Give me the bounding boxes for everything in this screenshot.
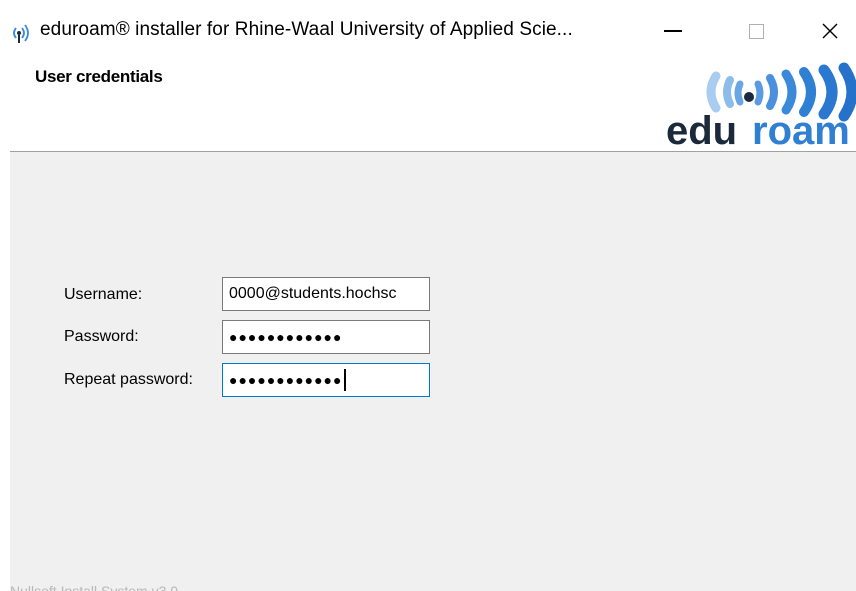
credentials-panel: Username: 0000@students.hochsc Password:…: [10, 152, 856, 591]
eduroam-app-icon: [13, 24, 29, 43]
window-title: eduroam® installer for Rhine-Waal Univer…: [40, 19, 573, 40]
page-header: User credentials edu roam: [0, 56, 856, 152]
title-bar[interactable]: eduroam® installer for Rhine-Waal Univer…: [0, 0, 856, 56]
maximize-icon: [748, 23, 764, 39]
password-input[interactable]: ●●●●●●●●●●●●: [222, 320, 430, 354]
page-title: User credentials: [35, 67, 163, 86]
username-value: 0000@students.hochsc: [229, 285, 397, 302]
repeat-password-label: Repeat password:: [64, 371, 193, 388]
username-input[interactable]: 0000@students.hochsc: [222, 277, 430, 311]
username-label: Username:: [64, 286, 143, 303]
repeat-password-input[interactable]: ●●●●●●●●●●●●: [222, 363, 430, 397]
logo-text-roam: roam: [752, 109, 850, 146]
text-caret: [344, 369, 346, 391]
installer-footer: Nullsoft Install System v3.0: [10, 583, 179, 591]
repeat-password-value: ●●●●●●●●●●●●: [229, 372, 343, 388]
maximize-button[interactable]: [728, 8, 784, 54]
installer-window: eduroam® installer for Rhine-Waal Univer…: [0, 0, 856, 591]
password-label: Password:: [64, 328, 139, 345]
minimize-icon: [664, 30, 682, 32]
logo-text-edu: edu: [666, 109, 737, 146]
password-value: ●●●●●●●●●●●●: [229, 329, 343, 345]
minimize-button[interactable]: [645, 8, 701, 54]
eduroam-logo: edu roam: [666, 62, 856, 146]
close-icon: [822, 23, 838, 39]
close-button[interactable]: [802, 8, 856, 54]
